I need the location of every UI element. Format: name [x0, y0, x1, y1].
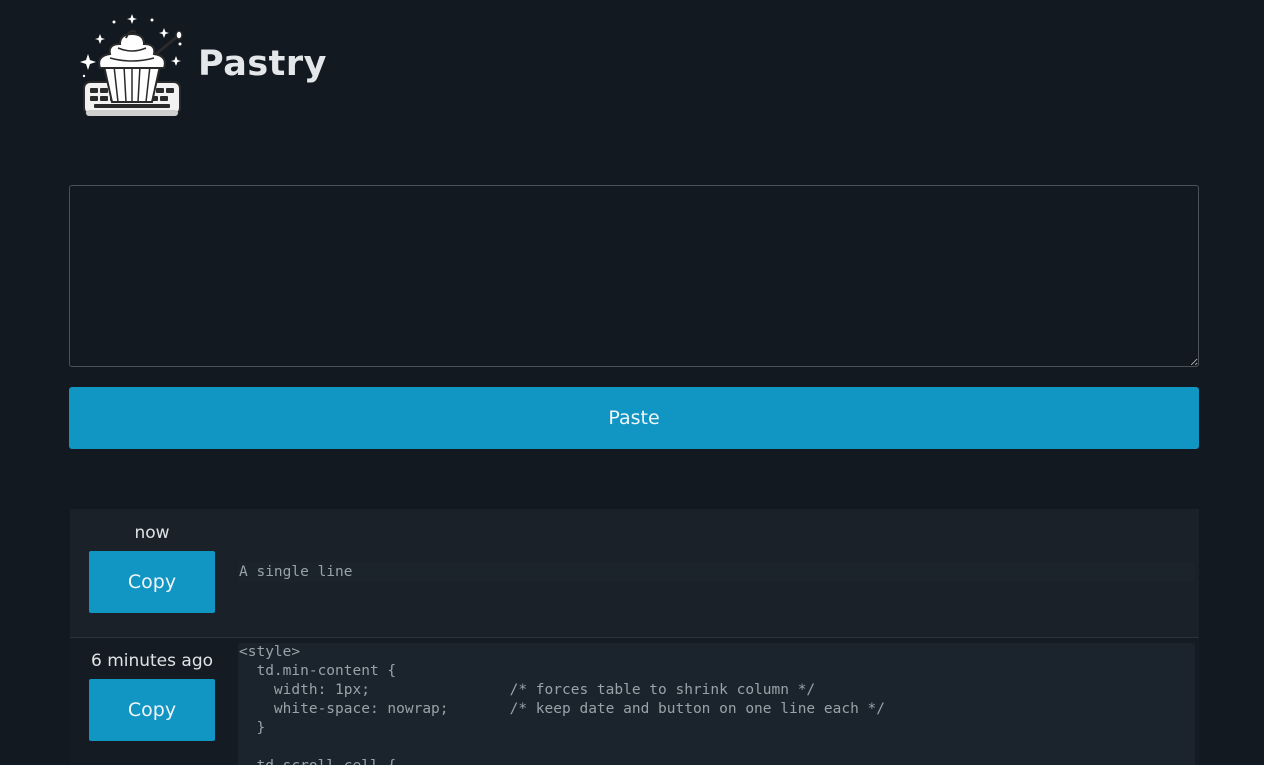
paste-timestamp: 6 minutes ago	[90, 651, 214, 671]
paste-content-cell[interactable]: A single line	[238, 562, 1195, 582]
paste-history-list: now Copy A single line 6 minutes ago Cop…	[70, 509, 1199, 765]
paste-button[interactable]: Paste	[69, 387, 1199, 449]
copy-button[interactable]: Copy	[89, 679, 215, 741]
cupcake-keyboard-logo	[80, 14, 183, 116]
app-title: Pastry	[198, 44, 327, 84]
paste-timestamp: now	[134, 523, 170, 543]
pastry-app: Pastry Paste now Copy A single line 6 mi…	[0, 0, 1264, 765]
paste-row: now Copy A single line	[70, 509, 1199, 638]
copy-button[interactable]: Copy	[89, 551, 215, 613]
paste-meta: 6 minutes ago Copy	[89, 651, 215, 741]
header: Pastry	[80, 14, 327, 118]
paste-content: A single line	[239, 564, 353, 580]
paste-row: 6 minutes ago Copy <style> td.min-conten…	[70, 638, 1199, 765]
paste-meta: now Copy	[89, 523, 215, 613]
paste-content-cell[interactable]: <style> td.min-content { width: 1px; /* …	[238, 643, 1195, 765]
paste-content: <style> td.min-content { width: 1px; /* …	[239, 644, 886, 765]
paste-textarea[interactable]	[69, 185, 1199, 367]
